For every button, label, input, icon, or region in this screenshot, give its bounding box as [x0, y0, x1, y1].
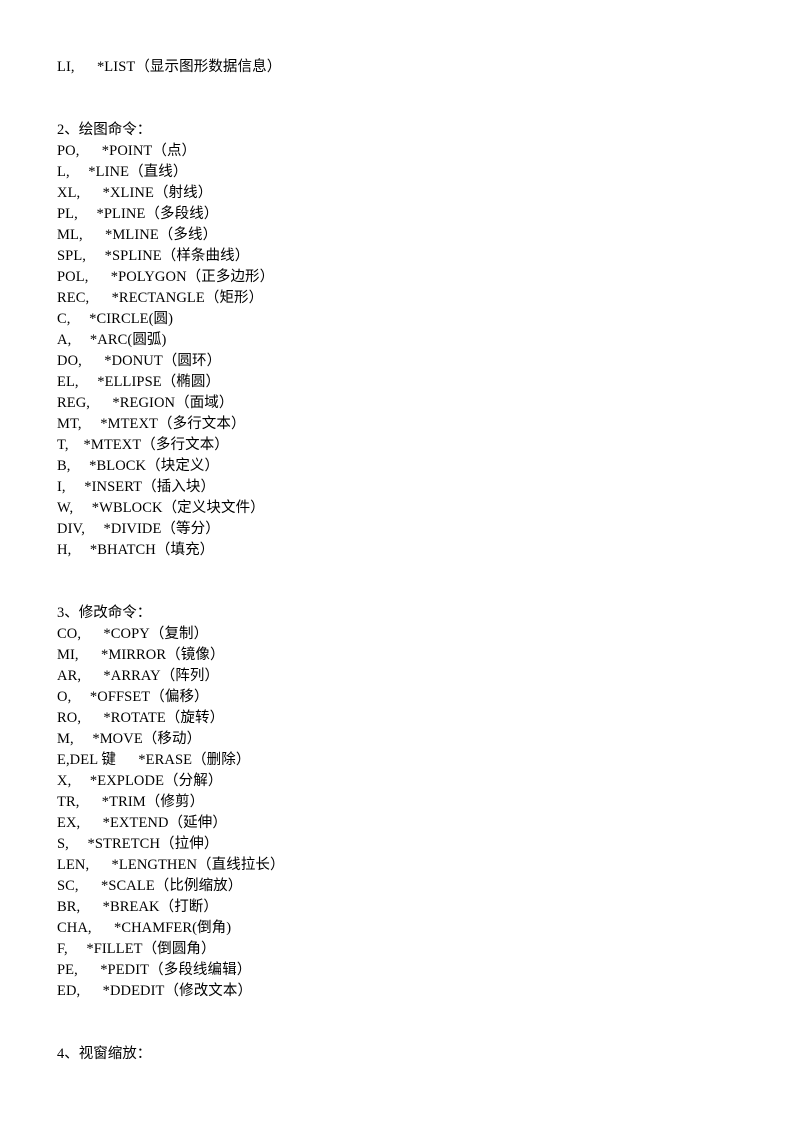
document-page: LI, *LIST（显示图形数据信息） 2、绘图命令： PO, *POINT（点） L… [0, 0, 793, 1122]
command-line-co: CO, *COPY（复制） [57, 626, 209, 642]
document-body: LI, *LIST（显示图形数据信息） 2、绘图命令： PO, *POINT（点） L… [57, 57, 793, 1065]
command-line-div: DIV, *DIVIDE（等分） [57, 521, 220, 537]
command-line-xl: XL, *XLINE（射线） [57, 185, 213, 201]
command-line-reg: REG, *REGION（面域） [57, 395, 234, 411]
command-line-pe: PE, *PEDIT（多段线编辑） [57, 962, 252, 978]
command-line-ro: RO, *ROTATE（旋转） [57, 710, 225, 726]
command-line-t: T, *MTEXT（多行文本） [57, 437, 229, 453]
command-line-m: M, *MOVE（移动） [57, 731, 202, 747]
command-line-f: F, *FILLET（倒圆角） [57, 941, 216, 957]
section-heading-drawing: 2、绘图命令： [57, 122, 152, 138]
command-line-pl: PL, *PLINE（多段线） [57, 206, 219, 222]
command-line-ex: EX, *EXTEND（延伸） [57, 815, 227, 831]
command-line-ml: ML, *MLINE（多线） [57, 227, 218, 243]
command-line-c: C, *CIRCLE(圆) [57, 311, 174, 327]
command-line-mt: MT, *MTEXT（多行文本） [57, 416, 246, 432]
command-line-l: L, *LINE（直线） [57, 164, 188, 180]
section-heading-zoom: 4、视窗缩放： [57, 1046, 152, 1062]
command-line-i: I, *INSERT（插入块） [57, 479, 216, 495]
command-line-ed: ED, *DDEDIT（修改文本） [57, 983, 253, 999]
command-line-el: EL, *ELLIPSE（椭圆） [57, 374, 221, 390]
command-line-o: O, *OFFSET（偏移） [57, 689, 209, 705]
command-line-br: BR, *BREAK（打断） [57, 899, 219, 915]
command-line-s: S, *STRETCH（拉伸） [57, 836, 219, 852]
command-line-b: B, *BLOCK（块定义） [57, 458, 220, 474]
command-line-mi: MI, *MIRROR（镜像） [57, 647, 225, 663]
command-line-ar: AR, *ARRAY（阵列） [57, 668, 220, 684]
command-line-a: A, *ARC(圆弧) [57, 332, 167, 348]
command-line-cha: CHA, *CHAMFER(倒角) [57, 920, 232, 936]
command-line-spl: SPL, *SPLINE（样条曲线） [57, 248, 250, 264]
section-heading-modify: 3、修改命令： [57, 605, 152, 621]
command-line-tr: TR, *TRIM（修剪） [57, 794, 205, 810]
command-line-h: H, *BHATCH（填充） [57, 542, 215, 558]
command-line-rec: REC, *RECTANGLE（矩形） [57, 290, 264, 306]
command-line-pol: POL, *POLYGON（正多边形） [57, 269, 275, 285]
command-line-w: W, *WBLOCK（定义块文件） [57, 500, 265, 516]
command-line-e: E,DEL 键 *ERASE（删除） [57, 752, 251, 768]
command-line-li: LI, *LIST（显示图形数据信息） [57, 59, 282, 75]
command-line-do: DO, *DONUT（圆环） [57, 353, 222, 369]
command-line-x: X, *EXPLODE（分解） [57, 773, 223, 789]
command-line-sc: SC, *SCALE（比例缩放） [57, 878, 243, 894]
command-line-po: PO, *POINT（点） [57, 143, 197, 159]
command-line-len: LEN, *LENGTHEN（直线拉长） [57, 857, 285, 873]
